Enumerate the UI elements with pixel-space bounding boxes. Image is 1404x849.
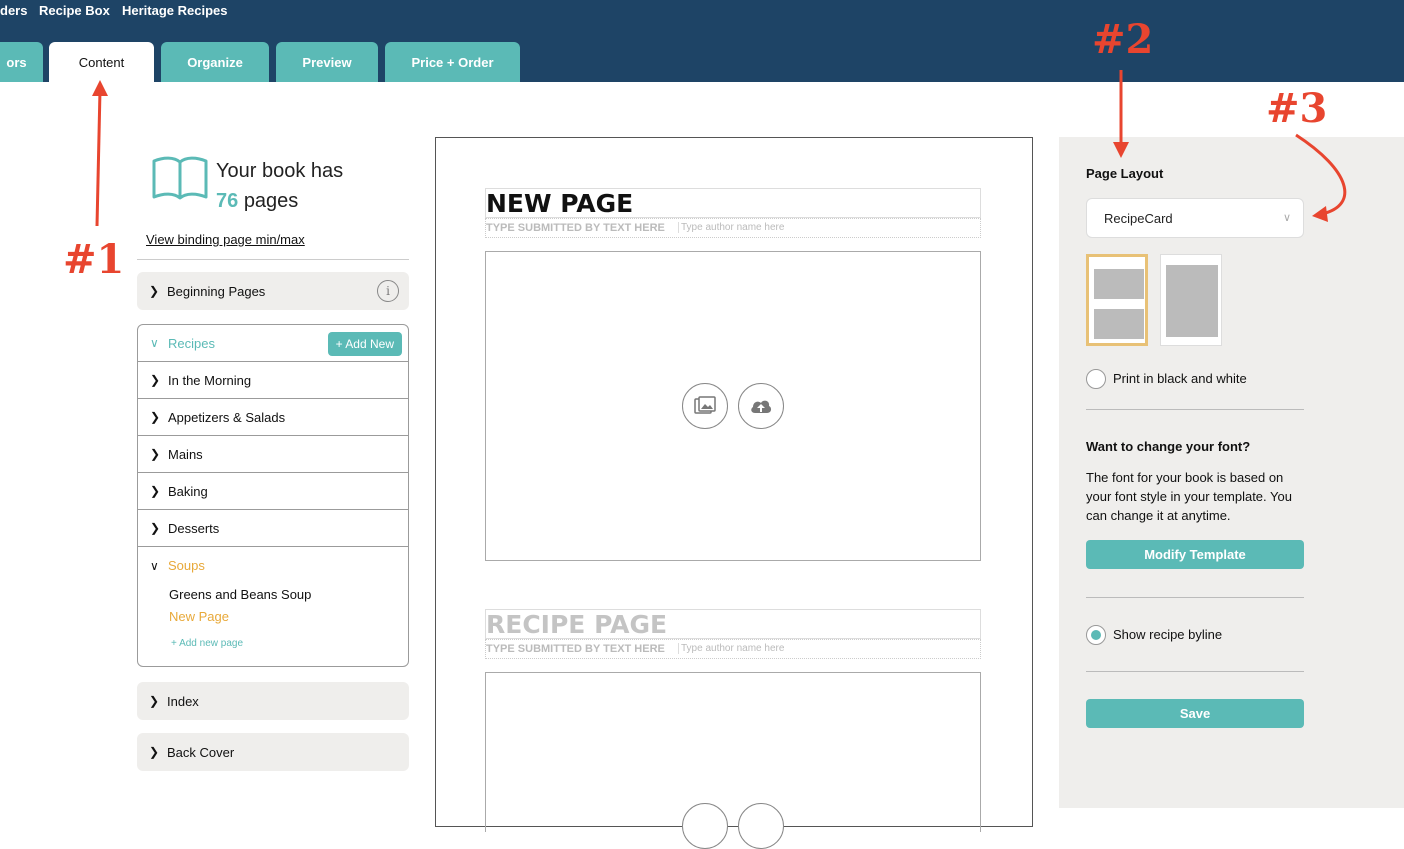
upload-button[interactable]: [738, 803, 784, 849]
gallery-button[interactable]: [682, 803, 728, 849]
annotation-arrows: [92, 70, 1347, 227]
